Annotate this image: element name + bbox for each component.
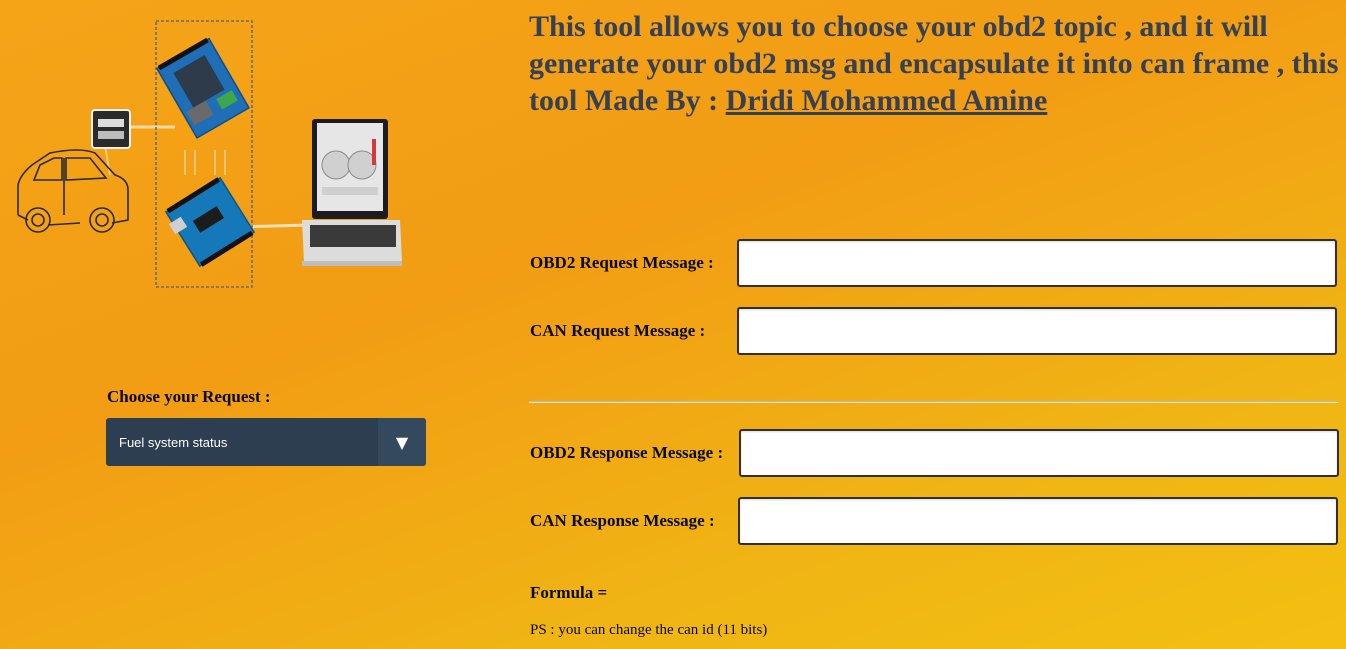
can-request-label: CAN Request Message : bbox=[530, 321, 706, 340]
can-request-input[interactable] bbox=[737, 307, 1337, 355]
arduino-uno-icon bbox=[164, 176, 256, 268]
can-response-input[interactable] bbox=[738, 497, 1338, 545]
chevron-down-icon[interactable]: ▼ bbox=[378, 418, 426, 466]
obd2-request-label: OBD2 Request Message : bbox=[530, 253, 714, 272]
illustration bbox=[17, 20, 402, 288]
car-outline-icon bbox=[17, 149, 129, 233]
request-select-value: Fuel system status bbox=[119, 434, 228, 450]
section-divider bbox=[529, 401, 1338, 403]
obd2-connector-icon bbox=[91, 109, 131, 149]
obd2-response-input[interactable] bbox=[739, 429, 1339, 477]
choose-request-label: Choose your Request : bbox=[107, 387, 271, 406]
laptop-dashboard-icon bbox=[302, 119, 402, 266]
obd2-response-label: OBD2 Response Message : bbox=[530, 443, 724, 462]
obd2-request-input[interactable] bbox=[737, 239, 1337, 287]
author-link[interactable]: Dridi Mohammed Amine bbox=[726, 84, 1048, 117]
page-title: This tool allows you to choose your obd2… bbox=[529, 8, 1341, 119]
ps-note: PS : you can change the can id (11 bits) bbox=[530, 622, 768, 638]
arduino-can-shield-icon bbox=[155, 37, 251, 139]
can-response-label: CAN Response Message : bbox=[530, 511, 715, 530]
request-select[interactable]: Fuel system status ▼ bbox=[106, 418, 426, 466]
formula-label: Formula = bbox=[530, 583, 608, 602]
